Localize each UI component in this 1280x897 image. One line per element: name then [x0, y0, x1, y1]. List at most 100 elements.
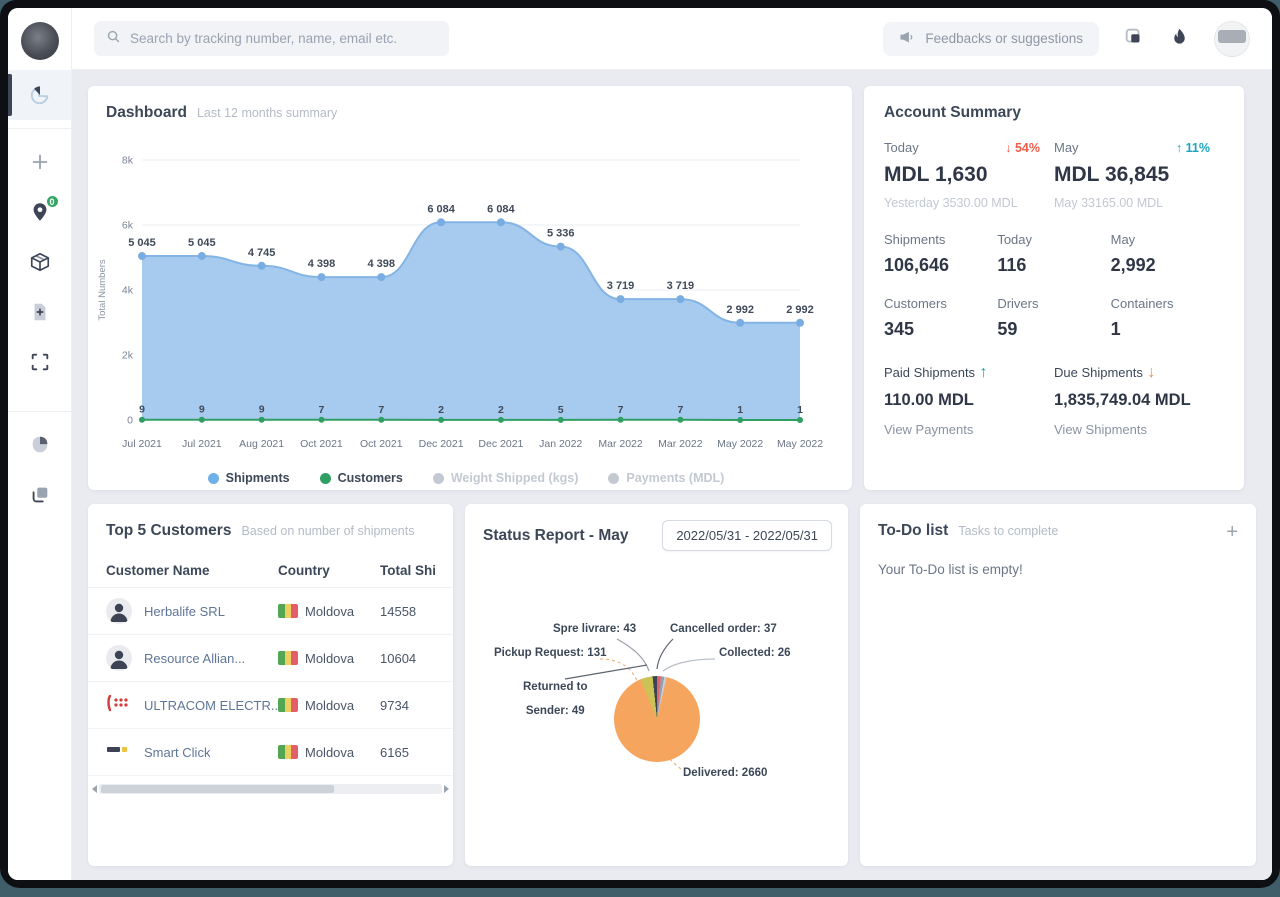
- svg-text:9: 9: [259, 404, 265, 416]
- may-label: May: [1054, 140, 1079, 155]
- col-country: Country: [278, 563, 380, 578]
- pie-label-returned: Returned to Sender: 49: [523, 669, 588, 729]
- horizontal-scrollbar[interactable]: [88, 782, 453, 796]
- due-shipments-label: Due Shipments: [1054, 365, 1143, 380]
- legend-item-payments[interactable]: Payments (MDL): [608, 471, 724, 485]
- legend-label: Weight Shipped (kgs): [451, 471, 579, 485]
- search-box[interactable]: [94, 21, 449, 56]
- location-pin-icon: 0: [29, 201, 51, 223]
- add-todo-button[interactable]: +: [1226, 522, 1238, 542]
- scrollbar-track[interactable]: [99, 784, 442, 794]
- stat-label: Customers: [884, 296, 997, 311]
- svg-text:Aug 2021: Aug 2021: [239, 438, 284, 450]
- svg-text:2 992: 2 992: [786, 304, 814, 316]
- customer-row[interactable]: Smart Click Moldova 6165: [88, 729, 453, 776]
- legend-item-shipments[interactable]: Shipments: [208, 471, 290, 485]
- sidebar-item-layers[interactable]: [8, 470, 71, 520]
- copy-windows-button[interactable]: [1123, 26, 1145, 51]
- may-prev-amount: May 33165.00 MDL: [1054, 196, 1224, 210]
- stat-label: May: [1111, 232, 1224, 247]
- svg-text:6k: 6k: [122, 220, 134, 232]
- today-amount: MDL 1,630: [884, 163, 1054, 187]
- customer-total: 6165: [380, 745, 435, 760]
- date-range-picker[interactable]: 2022/05/31 - 2022/05/31: [662, 520, 832, 551]
- svg-text:5 336: 5 336: [547, 228, 575, 240]
- may-amount: MDL 36,845: [1054, 163, 1224, 187]
- legend-item-customers[interactable]: Customers: [320, 471, 403, 485]
- scroll-right-arrow[interactable]: [444, 785, 449, 793]
- dashboard-chart-card: Dashboard Last 12 months summary 8k6k4k2…: [88, 86, 852, 490]
- svg-text:2 992: 2 992: [726, 304, 754, 316]
- account-summary-card: Account Summary Today ↓ 54% MDL 1,630 Ye…: [864, 86, 1244, 490]
- sidebar-item-documents[interactable]: [8, 287, 71, 337]
- flame-icon: [1169, 27, 1190, 51]
- streak-button[interactable]: [1169, 27, 1190, 51]
- svg-text:Mar 2022: Mar 2022: [658, 438, 703, 450]
- legend-item-weight[interactable]: Weight Shipped (kgs): [433, 471, 579, 485]
- moldova-flag-icon: [278, 698, 298, 712]
- feedback-button[interactable]: Feedbacks or suggestions: [883, 22, 1099, 56]
- svg-text:8k: 8k: [122, 155, 134, 167]
- svg-text:Dec 2021: Dec 2021: [419, 438, 464, 450]
- customer-row[interactable]: Herbalife SRL Moldova 14558: [88, 588, 453, 635]
- svg-text:Oct 2021: Oct 2021: [360, 438, 403, 450]
- app-logo: [21, 22, 59, 60]
- chart-legend: Shipments Customers Weight Shipped (kgs): [94, 471, 838, 485]
- desktop-background-strip: [0, 888, 1280, 897]
- customer-row[interactable]: ULTRACOM ELECTR... Moldova 9734: [88, 682, 453, 729]
- svg-text:1: 1: [797, 404, 803, 416]
- search-input[interactable]: [130, 31, 437, 46]
- customer-name: Smart Click: [144, 745, 210, 760]
- stat-label: Shipments: [884, 232, 997, 247]
- sidebar-item-new[interactable]: [8, 137, 71, 187]
- scroll-left-arrow[interactable]: [92, 785, 97, 793]
- sidebar-item-dashboard[interactable]: [8, 70, 71, 120]
- sidebar-item-scan[interactable]: [8, 337, 71, 387]
- svg-text:7: 7: [618, 404, 624, 416]
- scrollbar-thumb[interactable]: [101, 785, 334, 793]
- ultracom-logo: [106, 693, 132, 718]
- summary-stats: Shipments106,646 Today116 May2,992 Custo…: [884, 232, 1224, 360]
- main-content: Dashboard Last 12 months summary 8k6k4k2…: [72, 70, 1272, 880]
- sidebar: 0: [8, 8, 72, 880]
- user-avatar[interactable]: [1214, 21, 1250, 57]
- svg-text:6 084: 6 084: [487, 203, 515, 215]
- pie-label-spre-livrare: Spre livrare: 43: [553, 623, 636, 635]
- search-icon: [106, 29, 121, 49]
- package-cube-icon: [29, 251, 51, 273]
- svg-text:Mar 2022: Mar 2022: [598, 438, 643, 450]
- shield-shape-icon: [29, 434, 51, 456]
- paid-shipments-label: Paid Shipments: [884, 365, 975, 380]
- shipments-customers-chart[interactable]: 8k6k4k2k0Total Numbers5 0455 0454 7454 3…: [94, 132, 826, 462]
- megaphone-icon: [899, 29, 916, 49]
- svg-text:4k: 4k: [122, 285, 134, 297]
- sidebar-divider: [8, 411, 71, 412]
- customer-country: Moldova: [305, 745, 354, 760]
- plus-icon: [29, 151, 51, 173]
- customer-name: ULTRACOM ELECTR...: [144, 698, 278, 713]
- sidebar-item-shipments[interactable]: [8, 237, 71, 287]
- app-window: 0: [0, 0, 1280, 888]
- svg-text:3 719: 3 719: [607, 280, 635, 292]
- sidebar-item-tracking[interactable]: 0: [8, 187, 71, 237]
- status-pie-area: Spre livrare: 43 Cancelled order: 37 Col…: [465, 555, 848, 855]
- svg-text:Total Numbers: Total Numbers: [97, 259, 108, 320]
- view-shipments-link[interactable]: View Shipments: [1054, 422, 1147, 437]
- feedback-button-label: Feedbacks or suggestions: [925, 31, 1083, 46]
- sidebar-item-reports[interactable]: [8, 420, 71, 470]
- down-arrow-icon: ↓: [1147, 364, 1155, 381]
- customer-row[interactable]: Resource Allian... Moldova 10604: [88, 635, 453, 682]
- customers-table-header: Customer Name Country Total Shipments: [88, 554, 453, 588]
- customer-country: Moldova: [305, 651, 354, 666]
- view-payments-link[interactable]: View Payments: [884, 422, 973, 437]
- dashboard-title: Dashboard: [106, 104, 187, 122]
- pie-label-pickup: Pickup Request: 131: [494, 647, 606, 659]
- svg-text:Jan 2022: Jan 2022: [539, 438, 582, 450]
- customer-total: 10604: [380, 651, 435, 666]
- svg-text:7: 7: [319, 404, 325, 416]
- due-shipments-value: 1,835,749.04 MDL: [1054, 391, 1224, 410]
- svg-text:May 2022: May 2022: [717, 438, 763, 450]
- status-pie-chart[interactable]: [614, 676, 700, 762]
- file-plus-icon: [29, 301, 51, 323]
- stat-value: 106,646: [884, 255, 949, 275]
